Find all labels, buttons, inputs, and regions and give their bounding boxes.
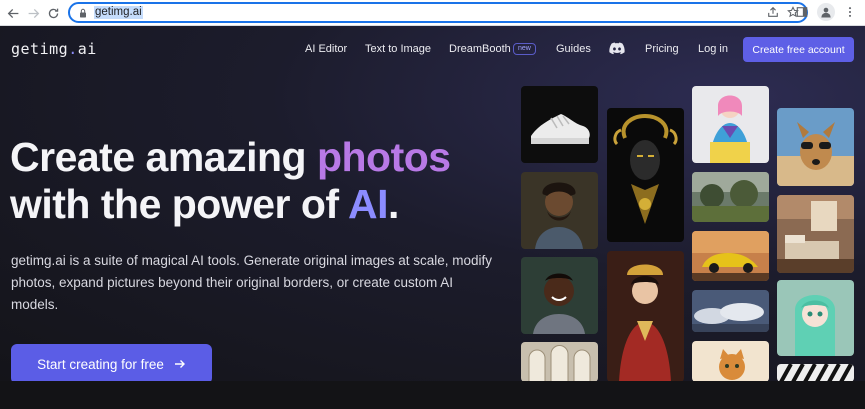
clouds-image[interactable] <box>692 290 769 332</box>
site-logo[interactable]: getimg.ai <box>11 40 97 58</box>
landscape-image[interactable] <box>692 172 769 222</box>
lock-icon <box>78 8 88 18</box>
discord-icon[interactable] <box>609 42 625 55</box>
new-badge: new <box>513 43 536 55</box>
create-account-button[interactable]: Create free account <box>743 37 854 62</box>
zebra-pattern-image[interactable] <box>777 364 854 381</box>
smiling-man-image[interactable] <box>521 257 598 334</box>
sneaker-image[interactable] <box>521 86 598 163</box>
arrow-right-icon <box>174 360 185 368</box>
start-button-label: Start creating for free <box>37 356 164 372</box>
pink-hair-girl-image[interactable] <box>692 86 769 163</box>
site-header: getimg.ai AI Editor Text to Image DreamB… <box>0 26 865 74</box>
nav-guides[interactable]: Guides <box>556 43 591 55</box>
more-menu-icon[interactable] <box>843 5 857 19</box>
bedroom-image[interactable] <box>777 195 854 273</box>
logo-text: getimg <box>11 40 69 58</box>
nav-dreambooth[interactable]: DreamBooth <box>449 43 511 55</box>
title-part1: Create amazing <box>10 134 317 180</box>
anime-girl-image[interactable] <box>777 280 854 356</box>
url-text[interactable]: getimg.ai <box>94 6 143 19</box>
title-highlight-ai: AI <box>347 181 389 227</box>
bottom-edge <box>0 381 865 409</box>
forward-icon[interactable] <box>22 2 44 24</box>
start-creating-button[interactable]: Start creating for free <box>11 344 212 381</box>
logo-dot: . <box>68 40 78 58</box>
logo-suffix: ai <box>77 40 97 58</box>
reload-icon[interactable] <box>42 2 64 24</box>
hero-title: Create amazing photos with the power of … <box>10 134 510 228</box>
nav-pricing[interactable]: Pricing <box>645 43 679 55</box>
profile-avatar[interactable] <box>817 3 835 21</box>
hero-description: getimg.ai is a suite of magical AI tools… <box>11 253 492 312</box>
browser-toolbar: getimg.ai <box>0 0 865 26</box>
website-content: getimg.ai AI Editor Text to Image DreamB… <box>0 26 865 381</box>
dog-sunglasses-image[interactable] <box>777 108 854 186</box>
golden-mask-image[interactable] <box>607 108 684 242</box>
asian-woman-image[interactable] <box>607 251 684 381</box>
address-bar[interactable]: getimg.ai <box>68 2 808 23</box>
title-highlight-photos: photos <box>316 134 451 180</box>
side-panel-icon[interactable] <box>795 5 809 19</box>
nav-text-to-image[interactable]: Text to Image <box>365 43 431 55</box>
cat-image[interactable] <box>692 341 769 381</box>
arched-hall-image[interactable] <box>521 342 598 381</box>
nav-login[interactable]: Log in <box>698 43 728 55</box>
title-part2: with the power of <box>10 181 348 227</box>
share-icon[interactable] <box>766 5 780 19</box>
nav-ai-editor[interactable]: AI Editor <box>305 43 347 55</box>
back-icon[interactable] <box>2 2 24 24</box>
sports-car-image[interactable] <box>692 231 769 281</box>
bearded-man-image[interactable] <box>521 172 598 249</box>
title-period: . <box>387 181 399 227</box>
